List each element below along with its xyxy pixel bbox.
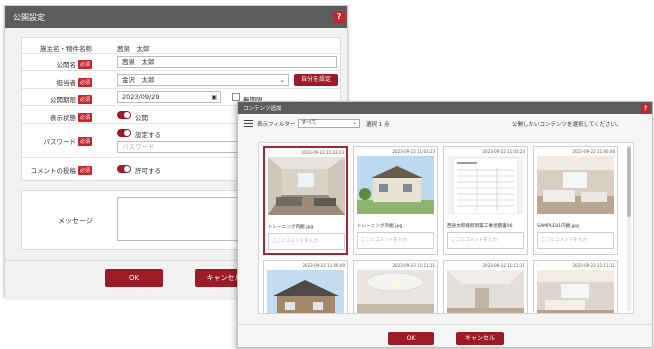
- card-comment-input[interactable]: ここにコメントを入力: [447, 232, 524, 249]
- help-icon[interactable]: ?: [641, 104, 650, 113]
- dialog-title: 公開設定: [13, 13, 45, 22]
- scrollbar-thumb[interactable]: [627, 147, 631, 217]
- content-card[interactable]: 2023-09-22 11:06:08 SAMPLE01内観.jpg ここにコメ…: [533, 146, 618, 255]
- card-timestamp: 2023-09-22 11:06:09: [302, 263, 345, 268]
- comment-toggle-label: 許可する: [135, 167, 161, 175]
- public-name-input[interactable]: 茜泉 太郎: [117, 56, 337, 68]
- card-timestamp: 2023-09-22 11:11:11: [572, 263, 615, 268]
- card-comment-input[interactable]: ここにコメントを入力: [268, 233, 345, 250]
- assignee-label: 担当者 必須: [56, 78, 92, 87]
- comment-label: コメントの投稿 必須: [30, 166, 92, 175]
- builder-value: 茜泉 太郎: [117, 45, 150, 53]
- password-toggle-label: 設定する: [135, 131, 161, 139]
- required-badge: 必須: [77, 137, 92, 146]
- required-badge: 必須: [77, 113, 92, 122]
- period-label: 公開期限 必須: [49, 95, 92, 104]
- cancel-button[interactable]: キャンセル: [456, 332, 504, 345]
- card-comment-input[interactable]: ここにコメントを入力: [537, 232, 614, 249]
- card-timestamp: 2023-09-22 11:03:23: [301, 150, 344, 155]
- card-thumbnail-exterior: [357, 156, 434, 214]
- content-dialog-footer: OK キャンセル: [238, 324, 652, 349]
- help-icon[interactable]: ?: [333, 11, 345, 23]
- required-badge: 必須: [77, 78, 92, 87]
- assignee-row: 担当者 必須 金沢 太郎 ⌄ 自分を設定: [22, 71, 340, 89]
- assign-self-button[interactable]: 自分を設定: [294, 74, 338, 86]
- filter-label: 表示フィルター: [257, 122, 296, 128]
- chevron-down-icon: ⌄: [352, 120, 357, 126]
- content-card[interactable]: 2023-09-22 11:03:23 トレーニング外観.jpg ここにコメント…: [353, 146, 438, 255]
- content-add-dialog: コンテンツ追加 ? 表示フィルター すべて ⌄ 選択 1 点 公開したいコンテンツ…: [237, 101, 653, 348]
- password-label: パスワード 必須: [43, 137, 92, 146]
- card-timestamp: 2023-09-22 11:11:11: [482, 263, 525, 268]
- content-card[interactable]: 2023-09-22 11:03:24 西泉太郎様邸新築工事見積書06 ここにコ…: [443, 146, 528, 255]
- content-grid: 2023-09-22 11:03:23 トレーニング内観.jpg ここにコメント…: [258, 142, 634, 314]
- instruction-text: 公開したいコンテンツを選択してください。: [512, 122, 622, 128]
- card-thumbnail-house: [267, 270, 344, 313]
- comment-toggle[interactable]: [117, 165, 131, 173]
- ok-button[interactable]: OK: [388, 332, 434, 345]
- required-badge: 必須: [77, 60, 92, 69]
- content-card[interactable]: 2023-09-22 11:11:11: [533, 260, 618, 313]
- content-card[interactable]: 2023-09-22 11:03:23 トレーニング内観.jpg ここにコメント…: [263, 146, 348, 255]
- message-label: メッセージ: [58, 217, 93, 225]
- public-name-row: 公開名 必須 茜泉 太郎: [22, 54, 340, 71]
- menu-icon[interactable]: [244, 120, 253, 127]
- card-filename: トレーニング内観.jpg: [268, 225, 314, 230]
- content-dialog-title: コンテンツ追加: [243, 106, 282, 112]
- status-toggle[interactable]: [117, 111, 131, 119]
- content-dialog-titlebar: コンテンツ追加 ?: [238, 102, 652, 114]
- card-thumbnail-ceiling: [357, 270, 434, 313]
- grid-scrollbar[interactable]: [627, 145, 631, 311]
- card-filename: SAMPLE01内観.jpg: [537, 224, 579, 229]
- content-card[interactable]: 2023-09-22 11:06:09: [263, 260, 348, 313]
- card-thumbnail-living-room: [537, 156, 614, 214]
- card-thumbnail-document: [447, 156, 524, 214]
- indefinite-checkbox[interactable]: [232, 93, 240, 101]
- card-timestamp: 2023-09-22 11:11:11: [392, 263, 435, 268]
- period-date-input[interactable]: 2023/09/29 ▣: [117, 91, 221, 103]
- card-comment-input[interactable]: ここにコメントを入力: [357, 232, 434, 249]
- card-filename: 西泉太郎様邸新築工事見積書06: [447, 224, 513, 229]
- content-card[interactable]: 2023-09-22 11:11:11: [443, 260, 528, 313]
- password-toggle[interactable]: [117, 129, 131, 137]
- card-filename: トレーニング外観.jpg: [357, 224, 403, 229]
- selected-count: 選択 1 点: [366, 122, 390, 128]
- status-label: 表示状態 必須: [49, 113, 92, 122]
- chevron-down-icon: ⌄: [279, 76, 285, 84]
- public-name-label: 公開名 必須: [56, 60, 92, 69]
- card-thumbnail-lounge: [537, 270, 614, 313]
- filter-select[interactable]: すべて ⌄: [298, 119, 360, 128]
- content-toolbar: 表示フィルター すべて ⌄ 選択 1 点 公開したいコンテンツを選択してください。: [238, 116, 652, 132]
- card-timestamp: 2023-09-22 11:03:23: [392, 149, 435, 154]
- card-timestamp: 2023-09-22 11:03:24: [482, 149, 525, 154]
- ok-button[interactable]: OK: [105, 269, 163, 287]
- builder-label: 施主名・物件名称: [40, 45, 92, 53]
- content-card[interactable]: 2023-09-22 11:11:11: [353, 260, 438, 313]
- required-badge: 必須: [77, 166, 92, 175]
- card-thumbnail-interior: [268, 157, 345, 215]
- card-thumbnail-room: [447, 270, 524, 313]
- required-badge: 必須: [77, 95, 92, 104]
- dialog-titlebar: 公開設定 ?: [5, 6, 347, 28]
- status-value: 公開: [135, 114, 148, 122]
- assignee-select[interactable]: 金沢 太郎 ⌄: [117, 74, 289, 86]
- calendar-icon[interactable]: ▣: [211, 93, 217, 102]
- builder-row: 施主名・物件名称 茜泉 太郎: [22, 38, 340, 54]
- card-timestamp: 2023-09-22 11:06:08: [572, 149, 615, 154]
